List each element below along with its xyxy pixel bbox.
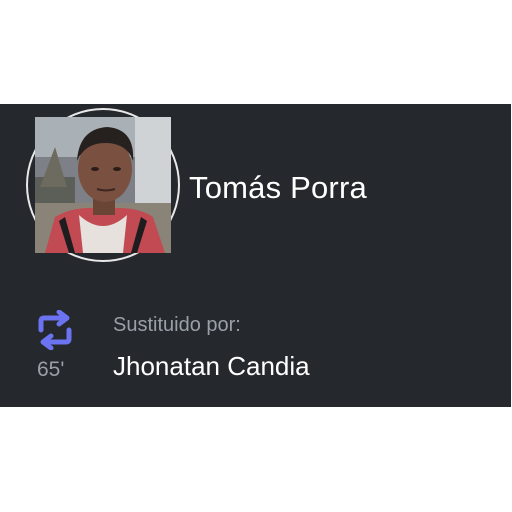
- player-name[interactable]: Tomás Porra: [189, 170, 367, 206]
- replacement-player-name[interactable]: Jhonatan Candia: [113, 351, 310, 382]
- avatar-photo: [35, 117, 171, 253]
- substitution-minute: 65': [37, 358, 65, 381]
- substitution-label: Sustituido por:: [113, 314, 241, 336]
- player-card: Tomás Porra 65' Sustituido por: Jhonatan…: [0, 104, 511, 407]
- player-avatar[interactable]: [35, 117, 171, 253]
- swap-icon: [38, 310, 72, 350]
